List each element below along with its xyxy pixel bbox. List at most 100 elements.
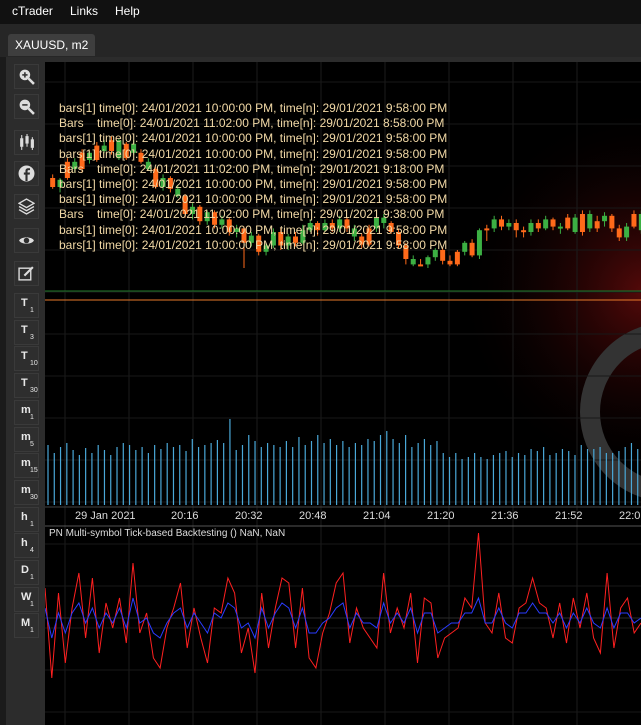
zoom-out-button[interactable] [14,94,39,119]
timeframe-letter: D [21,564,29,576]
zoom-in-icon [19,69,35,85]
chart-tab[interactable]: XAUUSD, m2 [8,34,95,56]
time-axis-label: 21:36 [491,510,519,522]
candle-body [535,223,541,229]
timeframe-h1-button[interactable]: h1 [14,506,39,532]
eye-icon [19,237,34,244]
timeframe-number: 1 [30,307,34,314]
candle-body [602,215,608,222]
candle-body [418,264,424,267]
timeframe-h4-button[interactable]: h4 [14,533,39,559]
timeframe-number: 1 [30,520,34,528]
timeframe-number: 1 [30,600,34,608]
timeframe-W1-button[interactable]: W1 [14,586,39,612]
menu-links[interactable]: Links [70,4,98,18]
candle-body [462,242,468,252]
timeframe-letter: h [21,537,28,550]
time-axis-label: 20:16 [171,510,199,522]
chart-area[interactable]: bars[1] time[0]: 24/01/2021 10:00:00 PM,… [45,62,641,725]
indicator-red-line [45,532,641,679]
zoom-out-icon [19,99,35,115]
log-line: Bars time[0]: 24/01/2021 11:02:00 PM, ti… [59,116,445,131]
layers-button[interactable] [14,194,39,219]
timeframe-number: 30 [30,493,38,501]
timeframe-number: 15 [30,467,38,475]
timeframe-number: 30 [30,387,38,395]
timeframe-m15-button[interactable]: m 15 [14,453,39,479]
timeframe-T1-button[interactable]: T1 [14,293,39,318]
candle-body [631,214,637,227]
timeframe-number: 1 [30,413,34,421]
settings-button[interactable] [14,261,39,286]
timeframe-letter: T [21,297,28,309]
candle-body [447,260,453,265]
visibility-button[interactable] [14,228,39,253]
candle-body [579,214,585,232]
timeframe-number: 10 [30,360,38,368]
log-line: bars[1] time[0]: 24/01/2021 10:00:00 PM,… [59,177,448,192]
time-axis-label: 20:32 [235,510,263,522]
candle-body [616,228,622,238]
log-line: bars[1] time[0]: 24/01/2021 10:00:00 PM,… [59,222,448,237]
chart-tab-strip: XAUUSD, m2 [0,24,641,57]
settings-icon [18,266,34,281]
candle-body [484,228,490,231]
timeframe-m1-button[interactable]: m1 [14,399,39,425]
left-toolbar: T 1 T 3 T 10 T 30 m 1 m 5 m 15 m 30 h 1 h 4 D 1 W 1 M 1 [12,64,43,704]
candle-body [50,178,56,187]
candle-body [499,219,505,227]
candle-body [557,226,563,229]
timeframe-m5-button[interactable]: m5 [14,426,39,452]
candle-body [528,223,534,232]
log-line: Bars time[0]: 24/01/2021 11:02:00 PM, ti… [59,207,445,222]
candle-body [550,219,556,227]
candle-body [565,217,571,229]
chart-type-button[interactable] [14,130,39,155]
log-overlay: bars[1] time[0]: 24/01/2021 10:00:00 PM,… [59,101,447,253]
candle-body [513,223,519,231]
timeframe-m30-button[interactable]: m 30 [14,479,39,505]
time-axis-label: 21:04 [363,510,391,522]
candle-body [506,223,512,227]
timeframe-T30-button[interactable]: T 30 [14,373,39,399]
time-axis-label: 20:48 [299,510,327,522]
candle-body [425,257,431,265]
candle-body [572,217,578,232]
timeframe-number: 3 [30,333,34,341]
menu-ctrader[interactable]: cTrader [12,4,53,18]
menu-help[interactable]: Help [115,4,140,18]
chart-type-icon [20,134,34,150]
candle-body [521,230,527,233]
timeframe-number: 1 [30,627,34,635]
candle-body [469,242,475,256]
timeframe-D1-button[interactable]: D1 [14,560,39,585]
timeframe-letter: T [21,377,28,390]
timeframe-T10-button[interactable]: T 10 [14,346,39,372]
log-line: bars[1] time[0]: 24/01/2021 10:00:00 PM,… [59,101,448,115]
timeframe-letter: T [21,323,28,336]
candle-body [410,259,416,265]
timeframe-number: 5 [30,440,34,448]
timeframe-number: 1 [30,574,34,581]
timeframe-number: 4 [30,547,34,555]
candle-body [594,221,600,229]
log-line: Bars time[0]: 24/01/2021 11:02:00 PM, ti… [59,161,445,176]
layers-icon [18,198,35,215]
timeframe-M1-button[interactable]: M1 [14,613,39,639]
candle-body [491,219,497,229]
log-line: bars[1] time[0]: 24/01/2021 10:00:00 PM,… [59,146,448,161]
log-line: bars[1] time[0]: 24/01/2021 10:00:00 PM,… [59,131,448,146]
facebook-button[interactable] [14,161,39,186]
candle-body [587,214,593,229]
log-line: bars[1] time[0]: 24/01/2021 10:00:00 PM,… [59,237,448,252]
candle-body [624,226,630,238]
timeframe-T3-button[interactable]: T3 [14,319,39,345]
time-axis-label: 21:52 [555,510,583,522]
timeframe-letter: M [21,617,31,630]
time-axis-label: 29 Jan 2021 [75,510,136,522]
zoom-in-button[interactable] [14,64,39,89]
timeframe-letter: h [21,510,28,523]
timeframe-letter: T [21,350,28,363]
candle-body [543,219,549,229]
time-axis-label: 21:20 [427,510,455,522]
